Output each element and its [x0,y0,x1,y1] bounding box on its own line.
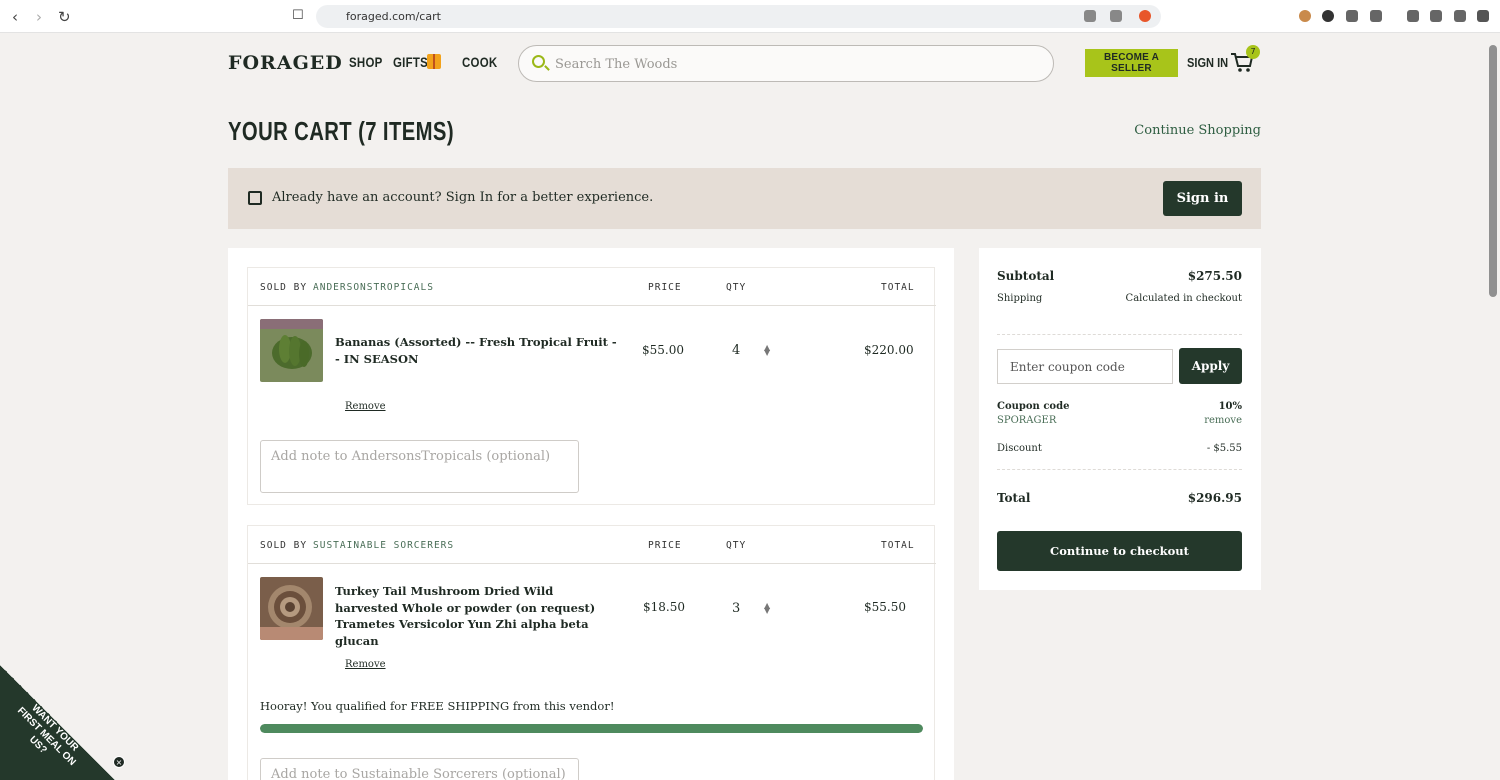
divider [997,469,1242,470]
total-row: Total $296.95 [997,491,1242,505]
nav-gifts[interactable]: GIFTS [393,54,428,70]
extension-icon[interactable] [1299,10,1311,22]
order-summary: Subtotal $275.50 Shipping Calculated in … [979,248,1261,590]
vendor-card: SOLD BY SUSTAINABLE SORCERERS PRICE QTY … [247,525,936,780]
share-icon[interactable] [1110,10,1122,22]
leo-icon[interactable] [1430,10,1442,22]
total-value: $296.95 [1187,491,1242,505]
extension-icon[interactable] [1322,10,1334,22]
page-scrollbar[interactable] [1489,45,1497,297]
subtotal-row: Subtotal $275.50 [997,269,1242,283]
site-logo[interactable]: FORAGED [228,52,343,74]
sold-by-label: SOLD BY [260,282,308,293]
qty-stepper-icon[interactable]: ▲ ▼ [764,344,770,357]
menu-icon[interactable] [1477,10,1489,22]
total-header: TOTAL [881,540,915,551]
sign-in-link[interactable]: SIGN IN [1187,55,1228,70]
discount-value: - $5.55 [1206,443,1242,454]
shipping-label: Shipping [997,293,1043,304]
vendor-note-input[interactable] [260,758,579,780]
search-icon[interactable] [532,55,545,68]
price-header: PRICE [648,540,682,551]
qty-header: QTY [726,540,747,551]
subtotal-value: $275.50 [1187,269,1242,283]
price-header: PRICE [648,282,682,293]
subtotal-label: Subtotal [997,269,1055,283]
coupon-row: Coupon code 10% [997,401,1242,412]
vendor-note-input[interactable] [260,440,579,493]
vendor-header: SOLD BY SUSTAINABLE SORCERERS PRICE QTY … [248,526,936,564]
nav-cook[interactable]: COOK [462,54,497,70]
coupon-input[interactable] [997,349,1173,384]
continue-shopping-link[interactable]: Continue Shopping [1134,123,1261,138]
item-price: $18.50 [643,600,685,614]
total-header: TOTAL [881,282,915,293]
banner-text: Already have an account? Sign In for a b… [272,190,654,205]
coupon-code-label: Coupon code [997,401,1070,412]
reader-icon[interactable] [1084,10,1096,22]
discount-label: Discount [997,443,1042,454]
divider [997,334,1242,335]
coupon-code-row: SPORAGER remove [997,415,1242,426]
remove-link[interactable]: Remove [345,659,386,670]
item-price: $55.00 [642,343,684,357]
apply-coupon-button[interactable]: Apply [1179,348,1242,384]
free-shipping-message: Hooray! You qualified for FREE SHIPPING … [260,699,615,713]
shipping-row: Shipping Calculated in checkout [997,293,1242,304]
coupon-code-value: SPORAGER [997,415,1057,426]
sign-in-icon [248,191,262,205]
product-thumbnail[interactable] [260,577,323,640]
vendor-name[interactable]: SUSTAINABLE SORCERERS [313,540,454,551]
cart-count-badge: 7 [1246,45,1260,59]
coupon-percent: 10% [1218,401,1242,412]
search-bar[interactable] [518,45,1054,82]
nav-shop[interactable]: SHOP [349,54,383,70]
product-name[interactable]: Bananas (Assorted) -- Fresh Tropical Fru… [335,334,620,367]
item-total: $55.50 [864,600,906,614]
item-total: $220.00 [864,343,914,357]
product-name[interactable]: Turkey Tail Mushroom Dried Wild harveste… [335,583,605,649]
total-label: Total [997,491,1031,505]
search-input[interactable] [555,54,1035,74]
wallet-icon[interactable] [1407,10,1419,22]
vendor-name[interactable]: ANDERSONSTROPICALS [313,282,434,293]
item-qty[interactable]: 3 [732,601,740,616]
puzzle-icon[interactable] [1346,10,1358,22]
sidebar-icon[interactable] [1370,10,1382,22]
free-shipping-progress [260,724,923,733]
progress-fill [260,724,923,733]
become-seller-button[interactable]: BECOME A SELLER [1085,49,1178,77]
forward-icon[interactable]: › [36,8,42,26]
reload-icon[interactable]: ↻ [58,8,71,26]
bookmark-icon[interactable]: ☐ [292,8,304,23]
vendor-header: SOLD BY ANDERSONSTROPICALS PRICE QTY TOT… [248,268,936,306]
item-qty[interactable]: 4 [732,343,740,358]
address-bar[interactable] [316,5,1161,28]
browser-toolbar: ‹ › ↻ ☐ foraged.com/cart [0,0,1500,33]
close-icon[interactable]: × [113,756,125,768]
coupon-remove-link[interactable]: remove [1204,415,1242,426]
discount-row: Discount - $5.55 [997,443,1242,454]
gift-icon [427,54,441,69]
continue-to-checkout-button[interactable]: Continue to checkout [997,531,1242,571]
brave-shield-icon[interactable] [1139,10,1151,22]
back-icon[interactable]: ‹ [12,8,18,26]
product-thumbnail[interactable] [260,319,323,382]
qty-header: QTY [726,282,747,293]
vpn-icon[interactable] [1454,10,1466,22]
url-text[interactable]: foraged.com/cart [346,10,441,23]
signin-banner: Already have an account? Sign In for a b… [228,168,1261,229]
page-title: YOUR CART (7 ITEMS) [228,116,454,146]
sold-by-label: SOLD BY [260,540,308,551]
qty-stepper-icon[interactable]: ▲ ▼ [764,602,770,615]
shipping-value: Calculated in checkout [1125,293,1242,304]
banner-sign-in-button[interactable]: Sign in [1163,181,1242,216]
remove-link[interactable]: Remove [345,401,386,412]
promo-corner[interactable]: WANT YOUR FIRST MEAL ON US? [0,665,120,780]
